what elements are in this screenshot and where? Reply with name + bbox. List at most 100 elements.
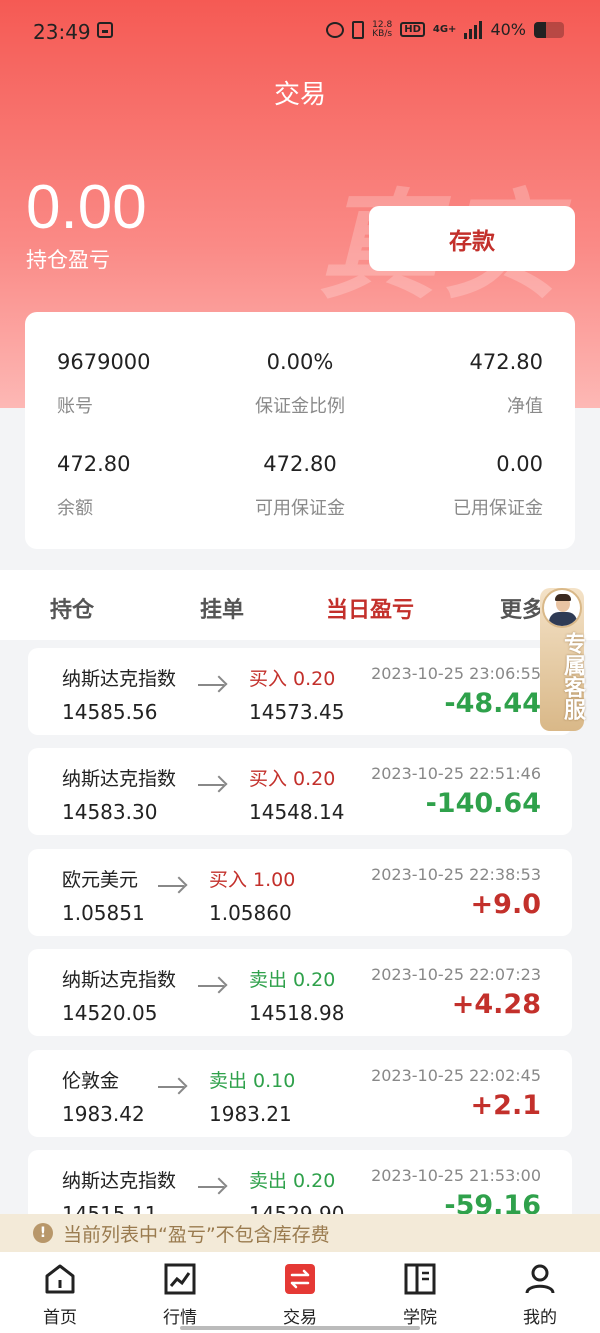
battery-percent: 40% (490, 20, 526, 39)
trade-open-price: 1.05851 (62, 901, 145, 925)
status-icons: 12.8 KB/s HD 4G+ 40% (326, 20, 564, 39)
status-bar: 23:49 12.8 KB/s HD 4G+ 40% (0, 0, 600, 64)
free-margin-value: 472.80 (263, 452, 337, 476)
arrow-right-icon (158, 1086, 184, 1088)
used-margin: 0.00 已用保证金 (383, 452, 543, 520)
signal-icon (464, 20, 483, 39)
vibrate-icon (352, 20, 365, 39)
account-number-value: 9679000 (57, 350, 151, 374)
arrow-right-icon (198, 684, 224, 686)
network-type: 4G+ (432, 24, 457, 35)
trade-tabs: 持仓 挂单 当日盈亏 更多 (0, 570, 600, 640)
arrow-right-icon (198, 985, 224, 987)
tabbar-market[interactable]: 行情 (140, 1262, 220, 1328)
customer-service-button[interactable]: 专属客服 (540, 588, 585, 731)
account-number-label: 账号 (57, 396, 93, 417)
trade-pl: +9.0 (470, 889, 541, 920)
net-speed-unit: KB/s (372, 28, 393, 39)
trade-close-price: 1.05860 (209, 901, 292, 925)
calendar-icon (97, 22, 113, 38)
used-margin-label: 已用保证金 (453, 498, 543, 519)
trade-symbol: 伦敦金 (62, 1070, 120, 1092)
tab-daily-pl[interactable]: 当日盈亏 (326, 592, 414, 624)
trade-side: 卖出 0.10 (209, 1070, 296, 1092)
tabbar-home[interactable]: 首页 (20, 1262, 100, 1328)
tabbar-market-label: 行情 (163, 1308, 197, 1328)
customer-service-label: 专属客服 (560, 632, 585, 720)
trade-item[interactable]: 伦敦金 1983.42 卖出 0.10 1983.21 2023-10-25 2… (28, 1050, 572, 1137)
alarm-icon (326, 21, 345, 38)
deposit-button[interactable]: 存款 (369, 206, 575, 271)
tab-positions[interactable]: 持仓 (50, 592, 94, 624)
trade-time: 2023-10-25 22:51:46 (371, 764, 541, 783)
trade-side: 卖出 0.20 (249, 1170, 336, 1192)
arrow-right-icon (198, 784, 224, 786)
equity-label: 净值 (507, 396, 543, 417)
trade-symbol: 欧元美元 (62, 869, 139, 891)
trade-symbol: 纳斯达克指数 (62, 768, 177, 790)
trade-item[interactable]: 纳斯达克指数 14585.56 买入 0.20 14573.45 2023-10… (28, 648, 572, 735)
trade-open-price: 14520.05 (62, 1001, 158, 1025)
trade-open-price: 14585.56 (62, 700, 158, 724)
trade-item[interactable]: 纳斯达克指数 14515.11 卖出 0.20 14529.90 2023-10… (28, 1150, 572, 1214)
home-indicator[interactable] (180, 1326, 420, 1330)
trade-close-price: 14518.98 (249, 1001, 345, 1025)
balance-value: 472.80 (57, 452, 131, 476)
info-icon: ! (33, 1223, 53, 1243)
home-icon (45, 1264, 75, 1294)
trade-symbol: 纳斯达克指数 (62, 1170, 177, 1192)
tabbar-trade[interactable]: 交易 (260, 1262, 340, 1328)
tabbar-mine[interactable]: 我的 (500, 1262, 580, 1328)
trade-time: 2023-10-25 23:06:55 (371, 664, 541, 683)
trade-pl: +4.28 (451, 989, 541, 1020)
status-time: 23:49 (33, 20, 91, 44)
tab-pending-orders[interactable]: 挂单 (200, 592, 244, 624)
margin-ratio-value: 0.00% (266, 350, 334, 374)
pl-notice: ! 当前列表中“盈亏”不包含库存费 (0, 1214, 600, 1252)
trade-close-price: 1983.21 (209, 1102, 292, 1126)
trade-close-price: 14548.14 (249, 800, 345, 824)
free-margin-label: 可用保证金 (255, 498, 345, 519)
trade-open-price: 14583.30 (62, 800, 158, 824)
trade-item[interactable]: 纳斯达克指数 14520.05 卖出 0.20 14518.98 2023-10… (28, 949, 572, 1036)
tabbar-academy-label: 学院 (403, 1308, 437, 1328)
trade-pl: -59.16 (444, 1190, 541, 1214)
tab-more[interactable]: 更多 (500, 592, 544, 624)
hd-icon: HD (400, 22, 425, 37)
trade-side: 买入 0.20 (249, 668, 336, 690)
trade-time: 2023-10-25 21:53:00 (371, 1166, 541, 1185)
battery-icon (534, 21, 564, 38)
margin-ratio: 0.00% 保证金比例 (220, 350, 380, 418)
trade-pl: -48.44 (444, 688, 541, 719)
margin-ratio-label: 保证金比例 (255, 396, 345, 417)
equity: 472.80 净值 (383, 350, 543, 418)
notice-text: 当前列表中“盈亏”不包含库存费 (63, 1223, 330, 1246)
trade-close-price: 14529.90 (249, 1202, 345, 1214)
trade-side: 卖出 0.20 (249, 969, 336, 991)
tabbar-academy[interactable]: 学院 (380, 1262, 460, 1328)
trade-side: 买入 1.00 (209, 869, 296, 891)
tabbar-home-label: 首页 (43, 1308, 77, 1328)
balance: 472.80 余额 (57, 452, 217, 520)
trade-side: 买入 0.20 (249, 768, 336, 790)
trade-symbol: 纳斯达克指数 (62, 969, 177, 991)
trade-time: 2023-10-25 22:02:45 (371, 1066, 541, 1085)
trade-list: 纳斯达克指数 14585.56 买入 0.20 14573.45 2023-10… (0, 640, 600, 1214)
user-icon (525, 1264, 555, 1294)
tabbar-trade-label: 交易 (283, 1308, 317, 1328)
trade-item[interactable]: 欧元美元 1.05851 买入 1.00 1.05860 2023-10-25 … (28, 849, 572, 936)
trade-open-price: 14515.11 (62, 1202, 158, 1214)
net-speed: 12.8 KB/s (372, 20, 393, 39)
equity-value: 472.80 (469, 350, 543, 374)
tabbar-mine-label: 我的 (523, 1308, 557, 1328)
arrow-right-icon (158, 885, 184, 887)
trade-time: 2023-10-25 22:07:23 (371, 965, 541, 984)
trade-pl: -140.64 (425, 788, 541, 819)
trade-symbol: 纳斯达克指数 (62, 668, 177, 690)
free-margin: 472.80 可用保证金 (220, 452, 380, 520)
agent-avatar (542, 588, 582, 628)
balance-label: 余额 (57, 498, 93, 519)
trade-item[interactable]: 纳斯达克指数 14583.30 买入 0.20 14548.14 2023-10… (28, 748, 572, 835)
trade-pl: +2.1 (470, 1090, 541, 1121)
used-margin-value: 0.00 (496, 452, 543, 476)
